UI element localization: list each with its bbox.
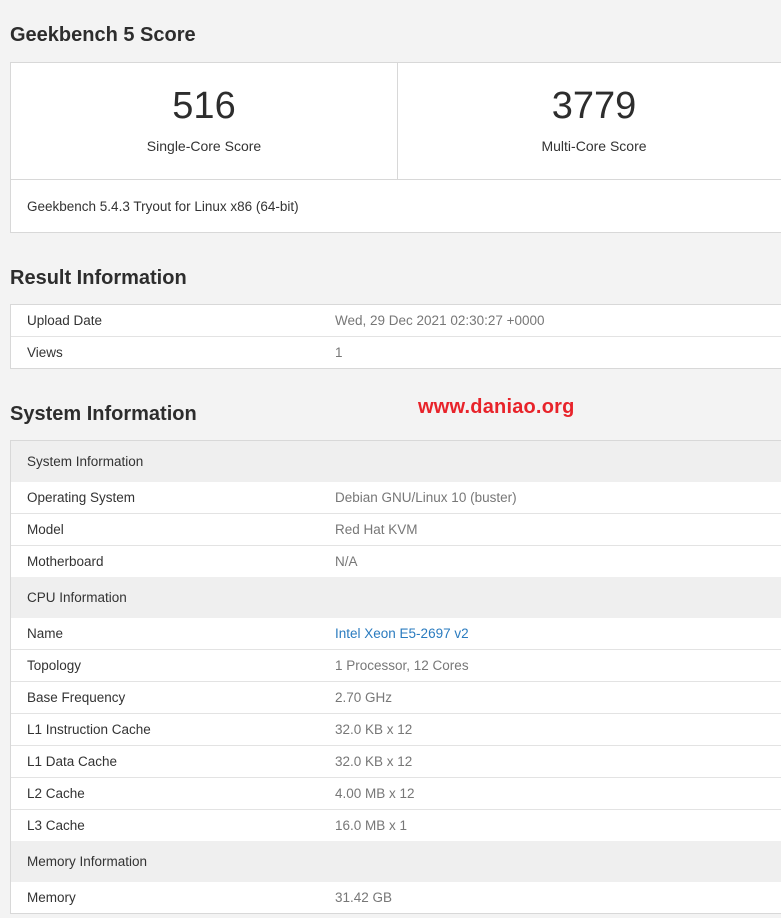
geekbench-version: Geekbench 5.4.3 Tryout for Linux x86 (64… — [11, 179, 781, 232]
table-row: Base Frequency 2.70 GHz — [11, 681, 781, 713]
table-row: L1 Instruction Cache 32.0 KB x 12 — [11, 713, 781, 745]
row-value: Red Hat KVM — [335, 522, 418, 537]
row-key: L1 Data Cache — [27, 754, 118, 769]
table-row: L1 Data Cache 32.0 KB x 12 — [11, 745, 781, 777]
row-value: 2.70 GHz — [335, 690, 393, 705]
row-key: Base Frequency — [27, 690, 126, 705]
row-value: Debian GNU/Linux 10 (buster) — [335, 490, 517, 505]
table-row: Motherboard N/A — [11, 545, 781, 577]
table-row: Upload Date Wed, 29 Dec 2021 02:30:27 +0… — [11, 305, 781, 336]
row-value: 32.0 KB x 12 — [335, 754, 413, 769]
watermark-text: www.daniao.org — [418, 396, 575, 418]
result-information-table: Upload Date Wed, 29 Dec 2021 02:30:27 +0… — [10, 304, 781, 369]
score-panel: 516 Single-Core Score 3779 Multi-Core Sc… — [10, 62, 781, 233]
row-value: 4.00 MB x 12 — [335, 786, 415, 801]
table-row: Views 1 — [11, 336, 781, 368]
table-row: Memory 31.42 GB — [11, 882, 781, 913]
row-key: Model — [27, 522, 64, 537]
result-section-title: Result Information — [10, 267, 187, 289]
table-row: Name Intel Xeon E5-2697 v2 — [11, 618, 781, 649]
row-key: Name — [27, 626, 64, 641]
row-key: Upload Date — [27, 313, 103, 328]
group-heading-memory: Memory Information — [11, 841, 781, 882]
row-value: N/A — [335, 554, 358, 569]
row-value: 1 Processor, 12 Cores — [335, 658, 469, 673]
single-core-score: 516 Single-Core Score — [11, 63, 398, 179]
row-value: 32.0 KB x 12 — [335, 722, 413, 737]
row-key: Views — [27, 345, 63, 360]
score-section-title: Geekbench 5 Score — [10, 24, 196, 46]
table-row: L3 Cache 16.0 MB x 1 — [11, 809, 781, 841]
system-information-table: System Information Operating System Debi… — [10, 440, 781, 914]
row-key: L3 Cache — [27, 818, 85, 833]
group-heading-system: System Information — [11, 441, 781, 482]
row-value: 1 — [335, 345, 343, 360]
single-core-score-label: Single-Core Score — [146, 138, 262, 154]
cpu-name-link[interactable]: Intel Xeon E5-2697 v2 — [335, 618, 469, 649]
row-key: Operating System — [27, 490, 136, 505]
group-heading-cpu: CPU Information — [11, 577, 781, 618]
row-key: Topology — [27, 658, 82, 673]
row-value: Wed, 29 Dec 2021 02:30:27 +0000 — [335, 313, 545, 328]
multi-core-score-value: 3779 — [551, 85, 637, 127]
row-value: 16.0 MB x 1 — [335, 818, 408, 833]
row-key: L1 Instruction Cache — [27, 722, 151, 737]
table-row: Operating System Debian GNU/Linux 10 (bu… — [11, 482, 781, 513]
table-row: Topology 1 Processor, 12 Cores — [11, 649, 781, 681]
single-core-score-value: 516 — [172, 85, 236, 127]
row-key: Memory — [27, 890, 76, 905]
table-row: L2 Cache 4.00 MB x 12 — [11, 777, 781, 809]
multi-core-score-label: Multi-Core Score — [541, 138, 647, 154]
row-key: Motherboard — [27, 554, 104, 569]
table-row: Model Red Hat KVM — [11, 513, 781, 545]
system-section-title: System Information — [10, 403, 197, 425]
multi-core-score: 3779 Multi-Core Score — [398, 63, 781, 179]
row-key: L2 Cache — [27, 786, 85, 801]
row-value: 31.42 GB — [335, 890, 393, 905]
